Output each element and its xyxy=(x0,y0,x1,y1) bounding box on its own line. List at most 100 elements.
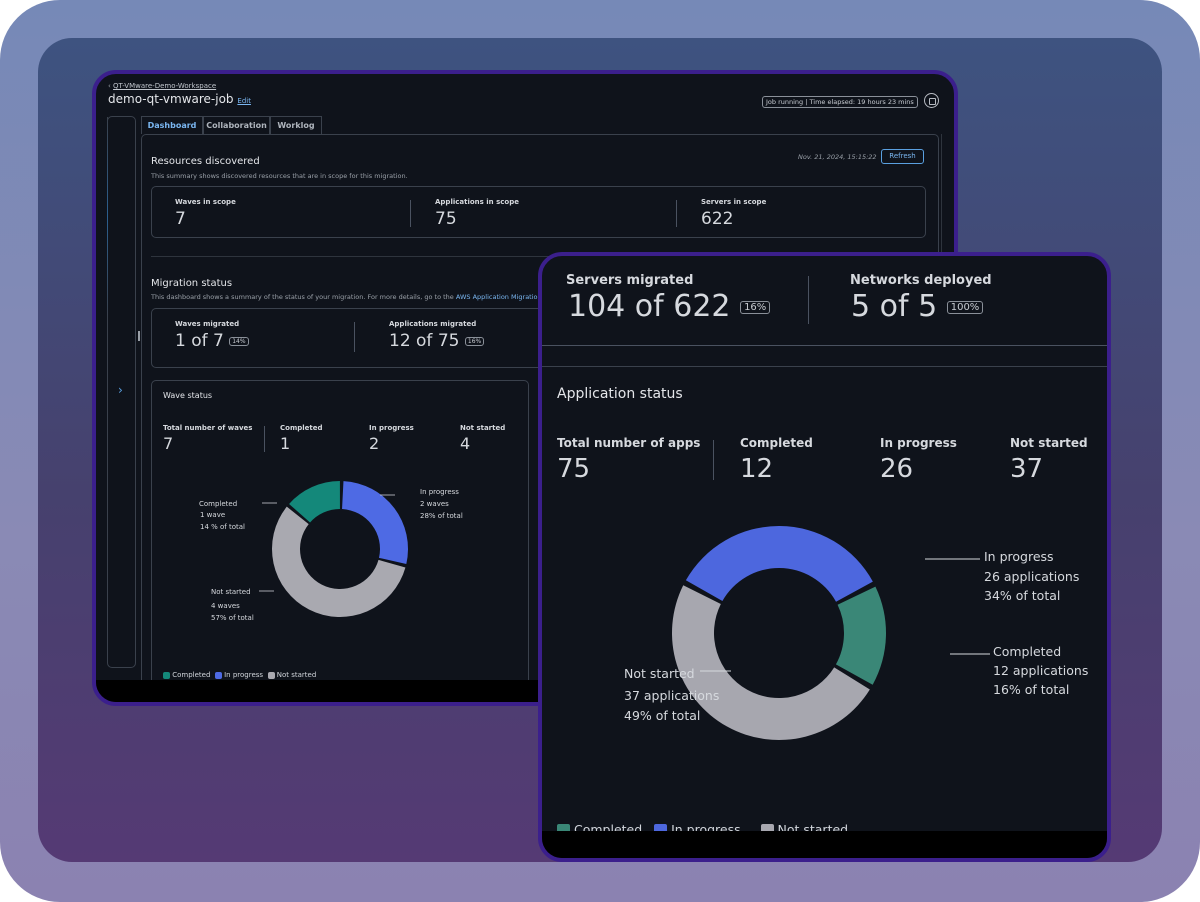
stat-value: 37 xyxy=(1010,454,1044,484)
metric-label: Networks deployed xyxy=(850,273,992,288)
metric-value: 1 of 7 14% xyxy=(175,331,249,351)
metric-label: Applications in scope xyxy=(435,198,519,206)
networks-deployed-value: 5 of 5 xyxy=(851,289,938,324)
annotation-completed-count: 1 wave xyxy=(200,511,225,519)
legend-item-in-progress[interactable]: In progress xyxy=(214,671,263,679)
stat-label: Not started xyxy=(1010,436,1088,450)
refresh-button[interactable]: Refresh xyxy=(881,149,924,164)
resources-description: This summary shows discovered resources … xyxy=(151,172,408,180)
stat-value: 2 xyxy=(369,434,380,453)
legend-swatch xyxy=(163,671,170,679)
stat-label: In progress xyxy=(369,424,414,432)
wave-legend: Completed In progress Not started xyxy=(163,671,316,679)
stat-label: Total number of apps xyxy=(557,436,701,450)
metric-label: Servers migrated xyxy=(566,273,694,288)
stat-label: Not started xyxy=(460,424,506,432)
annotation-completed-title: Completed xyxy=(199,500,237,508)
zoomed-window: Servers migrated 104 of 622 16% Networks… xyxy=(538,252,1111,862)
stat-value: 7 xyxy=(163,434,174,453)
stat-label: Completed xyxy=(740,436,813,450)
metric-value: 104 of 622 16% xyxy=(568,289,771,324)
stat-value: 12 xyxy=(740,454,774,484)
stat-value: 26 xyxy=(880,454,914,484)
annotation-completed-title: Completed xyxy=(993,644,1061,659)
metric-label: Waves migrated xyxy=(175,320,240,328)
tab-collaboration[interactable]: Collaboration xyxy=(203,116,270,134)
expand-panel-button[interactable]: › xyxy=(118,383,123,397)
tab-dashboard[interactable]: Dashboard xyxy=(141,116,203,134)
metric-value: 12 of 75 16% xyxy=(389,331,485,351)
resources-title: Resources discovered xyxy=(151,156,260,167)
app-status-title: Application status xyxy=(557,386,683,402)
donut-slice-completed[interactable] xyxy=(835,586,886,685)
app-donut-chart: In progress 26 applications 34% of total… xyxy=(624,526,1088,740)
migration-description: This dashboard shows a summary of the st… xyxy=(151,293,542,301)
stat-value: 4 xyxy=(460,434,471,453)
divider xyxy=(542,366,1107,367)
annotation-inprogress-count: 2 waves xyxy=(420,500,449,508)
donut-slice-in-progress[interactable] xyxy=(685,526,873,602)
page-title: demo-qt-vmware-job Edit xyxy=(108,92,251,106)
servers-migrated-value: 104 of 622 xyxy=(568,289,731,324)
tab-worklog[interactable]: Worklog xyxy=(270,116,322,134)
side-panel: › xyxy=(107,116,136,668)
percent-badge: 100% xyxy=(946,301,984,314)
annotation-notstarted-percent: 49% of total xyxy=(624,708,700,723)
stop-job-button[interactable] xyxy=(924,93,939,108)
percent-badge: 16% xyxy=(464,336,485,346)
annotation-inprogress-percent: 28% of total xyxy=(420,512,463,520)
annotation-notstarted-title: Not started xyxy=(211,588,251,596)
stat-label: Completed xyxy=(280,424,323,432)
metric-value: 622 xyxy=(701,209,734,229)
metric-value: 7 xyxy=(175,209,186,229)
tab-bar: Dashboard Collaboration Worklog xyxy=(141,116,341,135)
annotation-notstarted-title: Not started xyxy=(624,666,695,681)
breadcrumb-workspace-link[interactable]: QT-VMware-Demo-Workspace xyxy=(113,82,216,90)
migration-description-text: This dashboard shows a summary of the st… xyxy=(151,293,454,301)
breadcrumb-chevron-icon: ‹ xyxy=(108,82,111,90)
annotation-completed-percent: 14 % of total xyxy=(200,523,245,531)
metric-label: Applications migrated xyxy=(389,320,477,328)
annotation-notstarted-count: 4 waves xyxy=(211,602,240,610)
annotation-inprogress-percent: 34% of total xyxy=(984,588,1060,603)
annotation-notstarted-count: 37 applications xyxy=(624,688,719,703)
legend-item-completed[interactable]: Completed xyxy=(163,671,210,679)
percent-badge: 14% xyxy=(229,336,249,346)
last-refreshed-timestamp: Nov. 21, 2024, 15:15:22 xyxy=(798,153,877,161)
migration-metrics-box: Waves migrated 1 of 7 14% Applications m… xyxy=(151,308,551,368)
annotation-completed-count: 12 applications xyxy=(993,663,1088,678)
job-status-badge: Job running | Time elapsed: 19 hours 23 … xyxy=(762,96,918,108)
stat-label: Total number of waves xyxy=(163,424,253,432)
donut-slice-in-progress[interactable] xyxy=(342,481,408,565)
applications-migrated-value: 12 of 75 xyxy=(389,331,460,351)
waves-migrated-value: 1 of 7 xyxy=(175,331,224,351)
stop-icon xyxy=(929,98,936,105)
window-footer xyxy=(542,831,1107,858)
breadcrumb: ‹ QT-VMware-Demo-Workspace xyxy=(108,82,216,90)
legend-swatch xyxy=(214,671,222,679)
metric-value: 75 xyxy=(435,209,457,229)
annotation-inprogress-title: In progress xyxy=(984,549,1054,564)
wave-status-title: Wave status xyxy=(163,391,213,400)
annotation-inprogress-count: 26 applications xyxy=(984,569,1079,584)
resize-handle[interactable] xyxy=(138,331,140,341)
wave-status-card: Wave status Total number of waves 7 Comp… xyxy=(151,380,529,690)
stat-value: 75 xyxy=(557,454,591,484)
migration-title: Migration status xyxy=(151,278,233,289)
percent-badge: 16% xyxy=(740,301,771,314)
metric-label: Servers in scope xyxy=(701,198,767,206)
resources-metrics-box: Waves in scope 7 Applications in scope 7… xyxy=(151,186,926,238)
metric-label: Waves in scope xyxy=(175,198,236,206)
wave-donut-chart: Completed 1 wave 14 % of total In progre… xyxy=(199,481,463,622)
aws-application-migration-link[interactable]: AWS Application Migration xyxy=(456,293,542,301)
stat-value: 1 xyxy=(280,434,291,453)
legend-item-not-started[interactable]: Not started xyxy=(267,671,316,679)
job-title: demo-qt-vmware-job xyxy=(108,92,234,106)
annotation-completed-percent: 16% of total xyxy=(993,682,1069,697)
metric-value: 5 of 5 100% xyxy=(851,289,984,324)
stat-label: In progress xyxy=(880,436,957,450)
divider xyxy=(542,345,1107,346)
edit-link[interactable]: Edit xyxy=(237,97,251,105)
annotation-notstarted-percent: 57% of total xyxy=(211,614,254,622)
annotation-inprogress-title: In progress xyxy=(420,488,459,496)
